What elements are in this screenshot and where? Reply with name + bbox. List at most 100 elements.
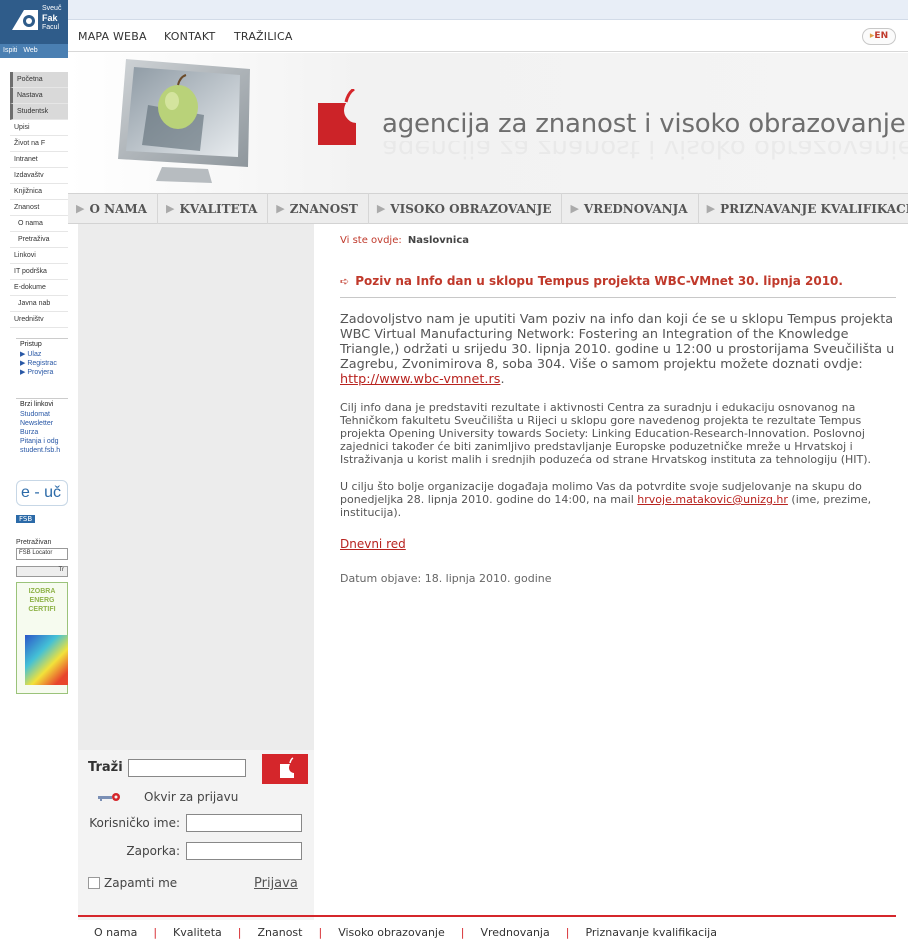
search-input[interactable] <box>128 759 246 777</box>
fsb-quick-links-title: Brzi linkovi <box>16 398 68 410</box>
publish-date: Datum objave: 18. lipnja 2010. godine <box>340 572 552 585</box>
breadcrumb-prefix: Vi ste ovdje: <box>340 235 402 246</box>
footer-divider <box>78 915 896 917</box>
nav-kvaliteta[interactable]: ▶ KVALITETA <box>158 193 269 224</box>
nav-visoko-obrazovanje[interactable]: ▶ VISOKO OBRAZOVANJE <box>369 193 563 224</box>
breadcrumb: Vi ste ovdje: Naslovnica <box>340 235 896 246</box>
login-title: Okvir za prijavu <box>144 790 239 804</box>
fsb-menu-item[interactable]: Javna nab <box>10 296 68 312</box>
agency-logo-icon <box>280 757 294 778</box>
fsb-menu-item[interactable]: Linkovi <box>10 248 68 264</box>
nav-label: PRIZNAVANJE KVALIFIKACIJA <box>720 201 908 216</box>
fsb-menu-item[interactable]: Početna <box>10 72 68 88</box>
site-map-link[interactable]: MAPA WEBA <box>78 30 147 43</box>
nav-label: O NAMA <box>89 201 147 216</box>
banner-line: CERTIFI <box>28 606 56 613</box>
footer-link-visoko-obrazovanje[interactable]: Visoko obrazovanje <box>338 926 445 939</box>
nav-separator-icon: ▶ <box>376 202 386 215</box>
search-page-link[interactable]: TRAŽILICA <box>234 30 293 43</box>
project-link[interactable]: http://www.wbc-vmnet.rs <box>340 372 500 387</box>
fsb-header: Sveuč Fak Facul <box>0 0 68 44</box>
footer-link-kvaliteta[interactable]: Kvaliteta <box>173 926 222 939</box>
fsb-locator-select[interactable]: FSB Locator <box>16 548 68 560</box>
fsb-menu-item[interactable]: Intranet <box>10 152 68 168</box>
nav-vrednovanja[interactable]: ▶ VREDNOVANJA <box>562 193 699 224</box>
fsb-logo-icon <box>12 10 38 30</box>
site-header: agencija za znanost i visoko obrazovanje… <box>68 53 908 193</box>
elearning-sub-badge: FSB <box>16 515 36 523</box>
left-sidebar: Traži Okvir za prijavu Korisničko ime: Z… <box>78 224 314 920</box>
fsb-menu-item[interactable]: Upisi <box>10 120 68 136</box>
top-navigation: MAPA WEBA KONTAKT TRAŽILICA ▸EN <box>68 20 908 52</box>
search-button[interactable] <box>262 754 308 784</box>
thermal-image <box>25 635 68 685</box>
main-navigation: ▶ O NAMA ▶ KVALITETA ▶ ZNANOST ▶ VISOKO OBRA… <box>68 193 908 224</box>
fsb-menu: Početna Nastava Studentsk Upisi Život na F In… <box>10 72 68 328</box>
remember-checkbox[interactable] <box>88 877 100 889</box>
paragraph-rsvp: U cilju što bolje organizacije događaja … <box>340 480 896 519</box>
fsb-link[interactable]: Pitanja i odg <box>16 437 68 446</box>
paragraph-text: . <box>500 372 505 387</box>
energy-certificate-banner[interactable]: IZOBRA ENERG CERTIFI <box>16 582 68 694</box>
fsb-menu-item[interactable]: E-dokume <box>10 280 68 296</box>
fsb-locator-button[interactable]: Tr <box>16 566 68 577</box>
remember-me[interactable]: Zapamti me <box>88 876 177 890</box>
arrow-right-icon: ➪ <box>340 274 350 288</box>
agency-name-reflection: agencija za znanost i visoko obrazovanje <box>382 141 908 163</box>
main-content: Vi ste ovdje: Naslovnica ➪ Poziv na Info… <box>340 224 896 585</box>
breadcrumb-current[interactable]: Naslovnica <box>408 235 469 246</box>
fsb-menu-item[interactable]: Pretraživa <box>10 232 68 248</box>
nav-znanost[interactable]: ▶ ZNANOST <box>268 193 369 224</box>
login-button[interactable]: Prijava <box>254 876 298 891</box>
fsb-menu-item[interactable]: Izdavaštv <box>10 168 68 184</box>
footer-link-znanost[interactable]: Znanost <box>257 926 302 939</box>
fsb-menu-item[interactable]: O nama <box>10 216 68 232</box>
fsb-link[interactable]: student.fsb.h <box>16 446 68 455</box>
fsb-pristup-block: Pristup ▶ Ulaz ▶ Registrac ▶ Provjera <box>16 338 68 377</box>
footer-link-vrednovanja[interactable]: Vrednovanja <box>480 926 549 939</box>
paragraph-goal: Cilj info dana je predstaviti rezultate … <box>340 401 872 466</box>
contact-link[interactable]: KONTAKT <box>164 30 215 43</box>
login-panel: Traži Okvir za prijavu Korisničko ime: Z… <box>78 750 314 920</box>
fsb-pristup-title: Pristup <box>16 338 68 350</box>
fsb-link[interactable]: ▶ Registrac <box>16 359 68 368</box>
article-title: ➪ Poziv na Info dan u sklopu Tempus proj… <box>340 274 896 288</box>
fsb-link[interactable]: Burza <box>16 428 68 437</box>
footer-separator: | <box>318 925 323 939</box>
footer-link-o-nama[interactable]: O nama <box>94 926 137 939</box>
fsb-elearning-block: e - uč FSB Pretraživan FSB Locator Tr <box>16 480 68 577</box>
fsb-link[interactable]: ▶ Provjera <box>16 368 68 377</box>
fsb-menu-item[interactable]: Život na F <box>10 136 68 152</box>
nav-o-nama[interactable]: ▶ O NAMA <box>68 193 158 224</box>
fsb-menu-item[interactable]: Uredništv <box>10 312 68 328</box>
fsb-tab[interactable]: Web <box>20 44 40 58</box>
elearning-logo[interactable]: e - uč <box>16 480 68 506</box>
password-label: Zaporka: <box>126 844 180 858</box>
fsb-menu-item[interactable]: IT podrška <box>10 264 68 280</box>
banner-line: ENERG <box>29 597 55 604</box>
footer-link-priznavanje-kvalifikacija[interactable]: Priznavanje kvalifikacija <box>585 926 717 939</box>
agenda-link[interactable]: Dnevni red <box>340 537 406 551</box>
fsb-menu-item[interactable]: Studentsk <box>10 104 68 120</box>
fsb-link[interactable]: Studomat <box>16 410 68 419</box>
agency-logo-icon <box>318 89 356 145</box>
fsb-menu-item[interactable]: Znanost <box>10 200 68 216</box>
language-switch-en[interactable]: ▸EN <box>862 28 896 45</box>
nav-separator-icon: ▶ <box>706 202 716 215</box>
window-top-bar <box>68 0 908 20</box>
email-link[interactable]: hrvoje.matakovic@unizg.hr <box>637 493 788 506</box>
fsb-link[interactable]: ▶ Ulaz <box>16 350 68 359</box>
password-field[interactable] <box>186 842 302 860</box>
footer-separator: | <box>460 925 465 939</box>
fsb-link[interactable]: Newsletter <box>16 419 68 428</box>
paragraph-invitation: Zadovoljstvo nam je uputiti Vam poziv na… <box>340 312 896 387</box>
fsb-menu-item[interactable]: Knjižnica <box>10 184 68 200</box>
fsb-tab[interactable]: Ispiti <box>0 44 20 58</box>
azvo-window: MAPA WEBA KONTAKT TRAŽILICA ▸EN agencija… <box>68 0 908 939</box>
paragraph-text: Zadovoljstvo nam je uputiti Vam poziv na… <box>340 312 895 372</box>
language-label: EN <box>874 31 889 41</box>
fsb-menu-item[interactable]: Nastava <box>10 88 68 104</box>
footer-separator: | <box>237 925 242 939</box>
nav-priznavanje-kvalifikacija[interactable]: ▶ PRIZNAVANJE KVALIFIKACIJA <box>699 193 908 224</box>
username-field[interactable] <box>186 814 302 832</box>
